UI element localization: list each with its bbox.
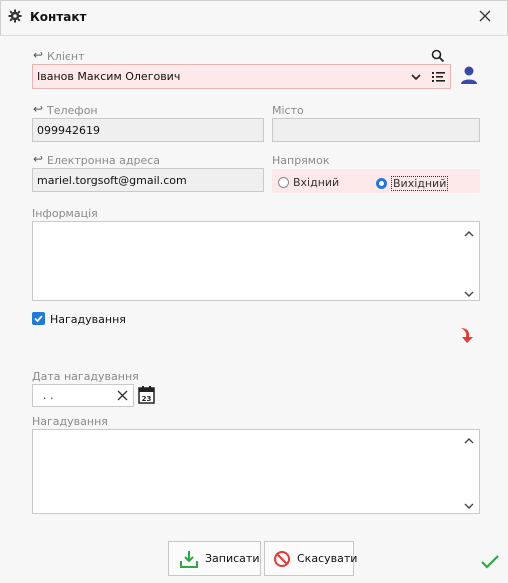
phone-label: Телефон [47, 104, 98, 117]
scroll-down-icon[interactable] [464, 500, 474, 509]
window-title: Контакт [30, 10, 87, 24]
email-value: mariel.torgsoft@gmail.com [37, 173, 187, 187]
client-value: Іванов Максим Олегович [37, 70, 181, 83]
gear-icon [8, 9, 22, 23]
radio-circle-selected[interactable] [376, 178, 387, 189]
chevron-down-icon[interactable] [410, 71, 422, 83]
save-button[interactable]: Записати [168, 541, 261, 576]
save-button-label: Записати [205, 552, 260, 565]
info-label: Інформація [32, 207, 98, 220]
reminder-textarea[interactable] [32, 429, 480, 514]
scroll-up-icon[interactable] [464, 435, 474, 444]
calendar-icon[interactable]: 23 [138, 386, 155, 404]
checkmark-icon [481, 555, 499, 569]
direction-label: Напрямок [272, 154, 330, 167]
scroll-up-icon[interactable] [464, 228, 474, 237]
svg-text:23: 23 [142, 395, 152, 403]
client-field[interactable]: Іванов Максим Олегович [32, 64, 451, 89]
undo-icon[interactable]: ↩ [33, 102, 43, 116]
undo-icon[interactable]: ↩ [33, 152, 43, 166]
reminder-checkbox-label: Нагадування [50, 313, 126, 326]
reminder-date-label: Дата нагадування [32, 370, 139, 383]
clear-icon[interactable] [117, 390, 128, 401]
cancel-button[interactable]: Скасувати [264, 541, 358, 576]
city-field[interactable] [272, 118, 480, 142]
phone-value: 099942619 [37, 123, 100, 137]
cancel-button-label: Скасувати [297, 552, 358, 565]
reminder-checkbox[interactable] [32, 312, 45, 325]
download-icon [179, 549, 199, 569]
close-icon[interactable] [478, 9, 492, 23]
radio-circle[interactable] [278, 177, 289, 188]
reminder-date-value: . . [43, 389, 54, 402]
city-label: Місто [272, 104, 304, 117]
undo-icon[interactable]: ↩ [33, 48, 43, 62]
list-icon[interactable] [432, 71, 446, 83]
radio-incoming[interactable]: Вхідний [278, 176, 339, 189]
cancel-icon [273, 550, 291, 568]
radio-incoming-label: Вхідний [293, 176, 340, 189]
info-textarea[interactable] [32, 221, 480, 301]
reminder-text-label: Нагадування [32, 415, 108, 428]
email-field[interactable]: mariel.torgsoft@gmail.com [32, 168, 264, 192]
email-label: Електронна адреса [47, 154, 161, 167]
client-label: Клієнт [47, 50, 85, 63]
scroll-down-icon[interactable] [464, 288, 474, 297]
radio-outgoing[interactable]: Вихідний [376, 176, 449, 191]
arrow-down-icon[interactable] [458, 325, 476, 345]
radio-outgoing-label: Вихідний [391, 176, 449, 191]
user-icon[interactable] [459, 65, 479, 85]
search-icon[interactable] [431, 49, 445, 63]
phone-field[interactable]: 099942619 [32, 118, 264, 142]
